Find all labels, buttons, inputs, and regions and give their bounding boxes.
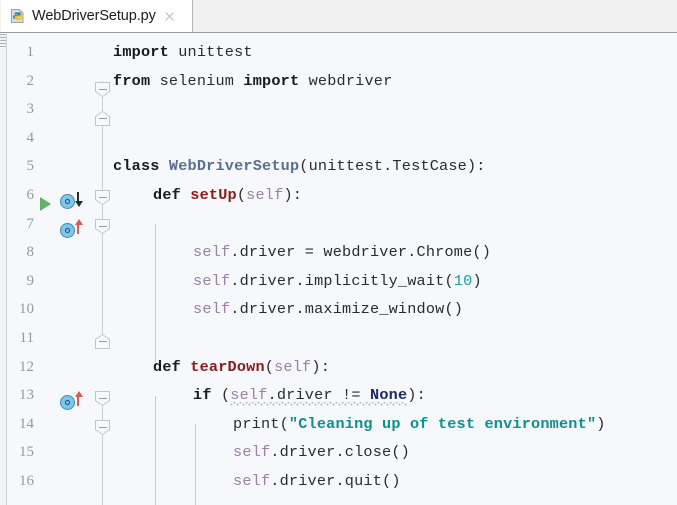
code-editor[interactable]: 1 import unittest 2 from selenium import…: [0, 34, 677, 505]
token-class: class: [113, 157, 160, 176]
editor-line-13: 13 if (self.driver != None):: [0, 381, 677, 410]
token-setup-name: setUp: [180, 186, 237, 204]
line-number: 10: [19, 301, 34, 318]
line-content: self.driver = webdriver.Chrome(): [193, 238, 491, 267]
editor-line-4: 4: [0, 124, 677, 153]
line-number: 2: [26, 72, 35, 89]
token-selenium: selenium: [150, 71, 244, 90]
token-self: self: [193, 271, 231, 290]
token-implicitly-wait: .driver.implicitly_wait(: [230, 271, 454, 290]
editor-line-1: 1 import unittest: [0, 38, 677, 67]
token-teardown-name: tearDown: [180, 357, 265, 376]
line-content: self.driver.close(): [233, 438, 410, 467]
line-number: 8: [26, 244, 35, 261]
line-content: import unittest: [113, 38, 253, 67]
token-import2: import: [243, 71, 300, 90]
line-number: 16: [19, 473, 34, 489]
editor-line-3: 3: [0, 95, 677, 124]
editor-line-12: 12 def tearDown(self):: [0, 353, 677, 382]
token-self: self: [193, 243, 231, 262]
editor-tab-webdriversetup[interactable]: WebDriverSetup.py: [1, 0, 193, 32]
editor-line-2: 2 from selenium import webdriver: [0, 67, 677, 96]
line-content: def setUp(self):: [153, 181, 302, 210]
token-class-name: WebDriverSetup: [159, 157, 300, 176]
token-def: def: [153, 186, 181, 204]
token-import: import: [113, 43, 169, 61]
token-none: None: [370, 386, 408, 405]
token-if: if: [193, 386, 212, 405]
line-content: self.driver.quit(): [233, 467, 401, 496]
line-content: self.driver.implicitly_wait(10): [193, 267, 482, 296]
token-self: self: [246, 186, 284, 204]
token-driver-close: .driver.close(): [270, 443, 410, 462]
line-number: 7: [26, 215, 35, 232]
token-class-bases: (unittest.TestCase):: [299, 157, 486, 176]
token-print-string: "Cleaning up of test environment": [288, 414, 597, 433]
editor-line-11: 11: [0, 324, 677, 353]
token-self: self: [233, 443, 271, 462]
line-number: 9: [26, 272, 35, 289]
token-def: def: [153, 357, 181, 376]
token-paren-open: (: [236, 186, 247, 204]
weak-warning-underline: self.driver != None: [230, 386, 408, 409]
line-number: 4: [26, 129, 35, 146]
ide-window: WebDriverSetup.py 1 import unittest 2 fr…: [0, 0, 677, 505]
editor-line-16: 16 self.driver.quit(): [0, 467, 677, 496]
editor-line-6: 6 def setUp(self):: [0, 181, 677, 210]
token-driver-quit: .driver.quit(): [270, 472, 401, 490]
token-print: print(: [233, 414, 289, 433]
token-webdriver: webdriver: [299, 71, 393, 90]
token-paren-close: ):: [283, 186, 303, 204]
line-content: if (self.driver != None):: [193, 381, 426, 410]
line-number: 11: [19, 330, 34, 346]
line-number: 5: [26, 158, 35, 175]
editor-line-8: 8 self.driver = webdriver.Chrome(): [0, 238, 677, 267]
token-self: self: [233, 472, 271, 490]
line-content: def tearDown(self):: [153, 353, 330, 382]
editor-line-5: 5 class WebDriverSetup(unittest.TestCase…: [0, 152, 677, 181]
line-number: 13: [19, 387, 34, 404]
token-number-ten: 10: [453, 271, 473, 290]
token-from: from: [113, 71, 151, 90]
editor-tab-label: WebDriverSetup.py: [32, 8, 156, 24]
editor-line-7: 7: [0, 210, 677, 239]
token-self: self: [193, 300, 231, 319]
token-paren-close: ): [596, 414, 606, 433]
token-if-close: ):: [407, 386, 426, 405]
line-number: 3: [26, 101, 35, 118]
line-number: 14: [19, 415, 34, 432]
token-paren-close: ):: [311, 357, 331, 376]
token-unittest: unittest: [168, 43, 253, 61]
token-paren-close: ): [472, 271, 482, 290]
python-file-icon: [10, 8, 26, 24]
line-content: from selenium import webdriver: [113, 67, 392, 96]
token-paren-open: (: [211, 386, 231, 405]
line-content: self.driver.maximize_window(): [193, 295, 463, 324]
editor-line-10: 10 self.driver.maximize_window(): [0, 295, 677, 324]
token-self: self: [274, 357, 312, 376]
token-driver-assign: .driver = webdriver.Chrome(): [230, 243, 492, 262]
editor-line-15: 15 self.driver.close(): [0, 438, 677, 467]
close-icon[interactable]: [164, 11, 175, 22]
line-content: class WebDriverSetup(unittest.TestCase):: [113, 152, 486, 181]
editor-tab-bar: WebDriverSetup.py: [0, 0, 677, 33]
line-number: 6: [26, 187, 35, 203]
token-paren-open: (: [264, 357, 275, 376]
editor-line-14: 14 print("Cleaning up of test environmen…: [0, 410, 677, 439]
token-maximize-window: .driver.maximize_window(): [230, 300, 464, 319]
line-number: 1: [26, 44, 35, 60]
line-content: print("Cleaning up of test environment"): [233, 410, 606, 439]
token-self: self: [230, 386, 268, 405]
line-number: 15: [19, 444, 34, 461]
line-number: 12: [19, 358, 34, 375]
token-driver-compare: .driver !=: [267, 386, 371, 405]
editor-line-9: 9 self.driver.implicitly_wait(10): [0, 267, 677, 296]
